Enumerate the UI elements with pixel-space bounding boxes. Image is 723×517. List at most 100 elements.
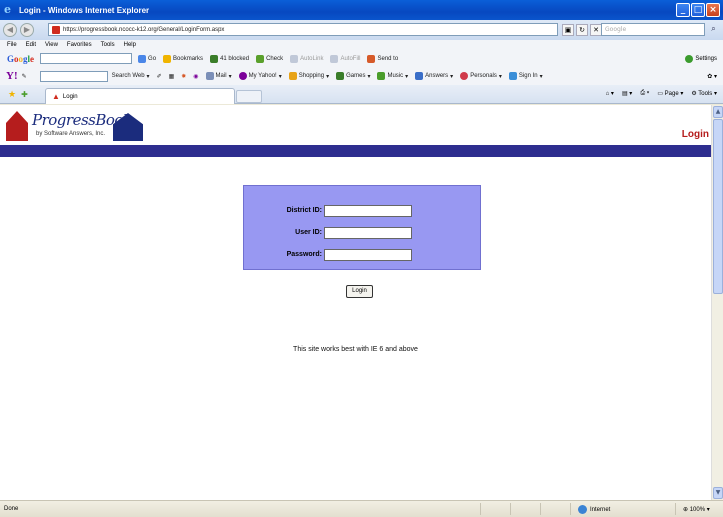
favorites-star-icon[interactable]: ★ [8, 89, 16, 100]
scroll-down-icon[interactable]: ▼ [713, 487, 723, 499]
menu-tools[interactable]: Tools [101, 42, 115, 48]
title-bar: e Login - Windows Internet Explorer _ □ … [0, 0, 723, 20]
menu-favorites[interactable]: Favorites [67, 42, 92, 48]
highlight-icon[interactable]: ✐ [157, 73, 162, 80]
print-icon[interactable]: ⎙ ▾ [640, 90, 649, 97]
sign-in-icon [508, 72, 517, 80]
menu-edit[interactable]: Edit [26, 42, 36, 48]
yahoo-search-input[interactable] [39, 70, 108, 82]
my-yahoo-icon [238, 72, 247, 80]
status-divider [480, 503, 481, 515]
lock-icon[interactable]: ▣ [562, 23, 574, 36]
check-button[interactable]: Check [256, 54, 283, 63]
page-menu-button[interactable]: ▭ Page ▾ [657, 90, 683, 97]
yahoo-options-button[interactable]: ✿ ▾ [707, 73, 717, 80]
user-id-field[interactable] [324, 227, 412, 239]
page-icon: ▲ [52, 92, 60, 101]
zoom-level[interactable]: ⊕ 100% ▾ [683, 506, 710, 513]
autolink-button[interactable]: AutoLink [290, 54, 323, 63]
google-go-button[interactable]: Go [138, 54, 156, 63]
games-button[interactable]: Games ▾ [336, 72, 370, 80]
my-yahoo-button[interactable]: My Yahoo! ▾ [238, 72, 282, 80]
window-title: Login - Windows Internet Explorer [19, 5, 150, 15]
popup-icon [210, 54, 219, 63]
address-row: ◀ ▶ https://progressbook.ncocc-k12.org/G… [0, 20, 723, 40]
header-band [0, 145, 711, 157]
new-tab-button[interactable] [236, 90, 262, 103]
send-to-button[interactable]: Send to [367, 54, 398, 63]
tab-label: Login [62, 93, 78, 100]
mail-button[interactable]: Mail ▾ [205, 72, 232, 80]
yahoo-circle-icon[interactable]: ◉ [193, 73, 198, 80]
user-id-label: User ID: [295, 229, 322, 236]
address-url: https://progressbook.ncocc-k12.org/Gener… [63, 27, 225, 33]
scroll-thumb[interactable] [713, 119, 723, 294]
search-input[interactable]: Google [601, 23, 705, 36]
menu-help[interactable]: Help [124, 42, 136, 48]
browser-note: This site works best with IE 6 and above [293, 346, 418, 353]
page-header: ProgressBook by Software Answers, Inc. L… [0, 105, 711, 145]
star-icon [163, 54, 172, 63]
status-divider [540, 503, 541, 515]
menu-file[interactable]: File [7, 42, 17, 48]
scroll-up-icon[interactable]: ▲ [713, 106, 723, 118]
search-icon[interactable]: ⌕ [707, 23, 720, 36]
forward-button[interactable]: ▶ [20, 23, 34, 37]
games-icon [336, 72, 345, 80]
close-button[interactable]: × [706, 3, 720, 17]
menu-bar: File Edit View Favorites Tools Help [0, 40, 723, 50]
mail-icon [205, 72, 214, 80]
add-favorites-icon[interactable]: ✚ [21, 90, 28, 99]
site-icon [52, 26, 60, 34]
settings-icon [685, 54, 694, 63]
pencil-icon[interactable]: ✎ [22, 73, 27, 80]
login-button[interactable]: Login [346, 285, 373, 298]
minimize-button[interactable]: _ [676, 3, 690, 17]
district-id-field[interactable] [324, 205, 412, 217]
sign-in-button[interactable]: Sign In ▾ [508, 72, 543, 80]
status-divider [510, 503, 511, 515]
password-label: Password: [286, 251, 322, 258]
password-row: Password: [244, 249, 482, 263]
yahoo-star-icon[interactable]: ✸ [181, 73, 186, 80]
page-viewport: ProgressBook by Software Answers, Inc. L… [0, 105, 711, 500]
maximize-button[interactable]: □ [691, 3, 705, 17]
yahoo-toolbar: Y! ✎ Search Web ▾ ✐ ▦ ✸ ◉ Mail ▾ My Yaho… [0, 67, 723, 85]
status-text: Done [4, 506, 19, 512]
google-settings-button[interactable]: Settings [685, 54, 717, 63]
feeds-icon[interactable]: ▤ ▾ [622, 90, 632, 97]
user-id-row: User ID: [244, 227, 482, 241]
popup-blocked-button[interactable]: 41 blocked [210, 54, 249, 63]
vertical-scrollbar[interactable]: ▲ ▼ [711, 105, 723, 500]
address-actions: ▣ ↻ ✕ [562, 23, 602, 36]
ie-logo-icon: e [4, 3, 11, 16]
shopping-button[interactable]: Shopping ▾ [288, 72, 329, 80]
spellcheck-icon [256, 54, 265, 63]
brand-subtitle: by Software Answers, Inc. [36, 131, 106, 137]
login-form: District ID: User ID: Password: [243, 185, 481, 270]
security-zone[interactable]: Internet [578, 505, 610, 514]
personals-button[interactable]: Personals ▾ [460, 72, 502, 80]
status-divider [570, 503, 571, 515]
google-search-input[interactable] [40, 53, 133, 64]
music-button[interactable]: Music ▾ [377, 72, 408, 80]
autolink-icon [290, 54, 299, 63]
address-bar[interactable]: https://progressbook.ncocc-k12.org/Gener… [48, 23, 558, 36]
globe-icon [578, 505, 587, 514]
tools-menu-button[interactable]: ⚙ Tools ▾ [691, 90, 717, 97]
refresh-icon[interactable]: ↻ [576, 23, 588, 36]
answers-button[interactable]: Answers ▾ [415, 72, 453, 80]
go-icon [138, 54, 147, 63]
status-bar: Done Internet ⊕ 100% ▾ [0, 500, 723, 517]
home-icon[interactable]: ⌂ ▾ [606, 90, 614, 97]
password-field[interactable] [324, 249, 412, 261]
back-button[interactable]: ◀ [3, 23, 17, 37]
bookmarks-button[interactable]: Bookmarks [163, 54, 203, 63]
music-icon [377, 72, 386, 80]
search-web-button[interactable]: Search Web ▾ [112, 73, 150, 80]
tab-login[interactable]: ▲ Login [45, 88, 235, 104]
autofill-icon [330, 54, 339, 63]
autofill-button[interactable]: AutoFill [330, 54, 360, 63]
grid-icon[interactable]: ▦ [169, 73, 175, 80]
menu-view[interactable]: View [45, 42, 58, 48]
